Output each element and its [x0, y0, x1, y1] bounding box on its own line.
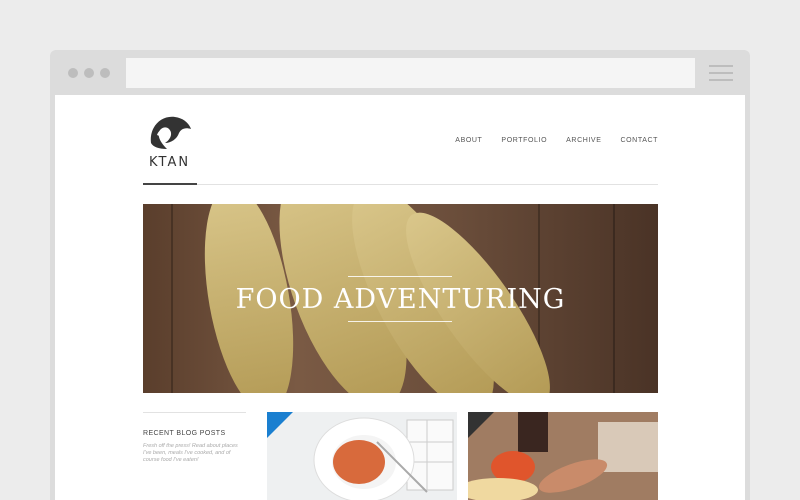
address-bar[interactable]	[126, 58, 695, 88]
hamburger-menu-icon[interactable]	[709, 65, 733, 81]
logo-underline	[143, 183, 197, 185]
main-nav: ABOUT PORTFOLIO ARCHIVE CONTACT	[455, 137, 658, 144]
browser-toolbar	[50, 50, 750, 95]
card-corner-badge	[468, 412, 494, 438]
window-dot-icon[interactable]	[84, 68, 94, 78]
card-corner-badge	[267, 412, 293, 438]
nav-contact[interactable]: CONTACT	[620, 137, 658, 144]
site-header: KTAN ABOUT PORTFOLIO ARCHIVE CONTACT	[143, 95, 658, 185]
sidebar: RECENT BLOG POSTS Fresh off the press! R…	[143, 412, 246, 464]
hero-banner[interactable]: FOOD ADVENTURING	[143, 204, 658, 393]
nav-archive[interactable]: ARCHIVE	[566, 137, 601, 144]
recent-posts-heading: RECENT BLOG POSTS	[143, 430, 226, 437]
web-page: KTAN ABOUT PORTFOLIO ARCHIVE CONTACT FOO…	[55, 95, 745, 500]
pasta-image	[313, 417, 454, 500]
blog-card-food[interactable]	[468, 412, 658, 500]
hero-divider-top	[348, 276, 452, 277]
nav-about[interactable]: ABOUT	[455, 137, 482, 144]
sidebar-blurb: Fresh off the press! Read about places I…	[143, 443, 238, 463]
hero-title: FOOD ADVENTURING	[235, 284, 566, 315]
browser-window: KTAN ABOUT PORTFOLIO ARCHIVE CONTACT FOO…	[50, 50, 750, 500]
blog-card-pasta[interactable]	[267, 412, 457, 500]
hero-divider-bottom	[348, 321, 452, 322]
window-dot-icon[interactable]	[68, 68, 78, 78]
window-dot-icon[interactable]	[100, 68, 110, 78]
nav-portfolio[interactable]: PORTFOLIO	[501, 137, 547, 144]
ktan-logo-icon[interactable]	[147, 113, 191, 153]
food-image	[468, 412, 658, 500]
logo-text[interactable]: KTAN	[149, 155, 190, 170]
